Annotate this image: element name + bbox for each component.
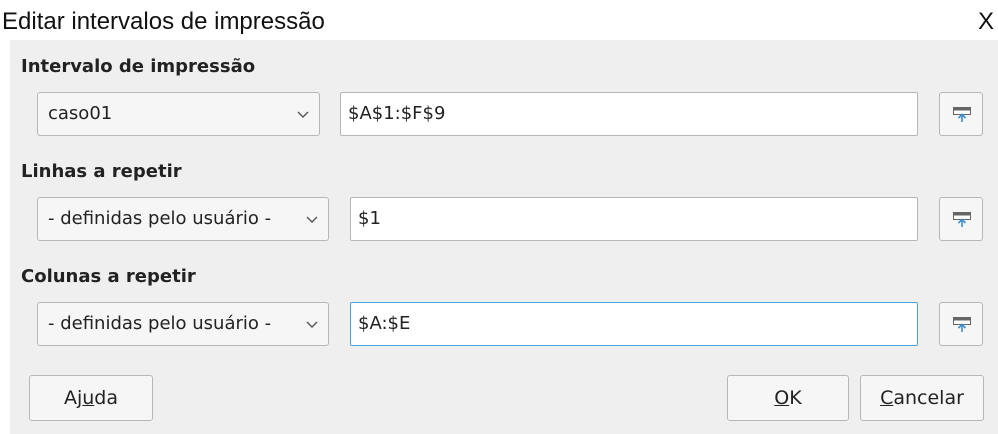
columns-repeat-field[interactable]: $A:$E (350, 302, 918, 346)
help-label-mnemonic: u (82, 387, 95, 409)
columns-repeat-label: Colunas a repetir (21, 266, 196, 287)
columns-repeat-combo-value: - definidas pelo usuário - (48, 313, 272, 334)
rows-repeat-shrink-button[interactable] (939, 197, 983, 241)
print-range-label: Intervalo de impressão (21, 56, 256, 77)
columns-repeat-shrink-button[interactable] (939, 302, 983, 346)
shrink-dialog-icon (953, 317, 971, 332)
print-range-combo[interactable]: caso01 (37, 92, 320, 136)
print-range-shrink-button[interactable] (939, 92, 983, 136)
chevron-down-icon (306, 321, 318, 328)
cancel-button[interactable]: Cancelar (860, 375, 984, 421)
help-button[interactable]: Ajuda (29, 375, 153, 421)
cancel-label-mnemonic: C (880, 387, 894, 409)
title-bar: Editar intervalos de impressão X (0, 0, 998, 40)
ok-label-mnemonic: O (774, 387, 790, 409)
rows-repeat-combo-value: - definidas pelo usuário - (48, 208, 272, 229)
cancel-label-post: ancelar (893, 387, 964, 409)
window-title: Editar intervalos de impressão (2, 8, 325, 35)
close-button[interactable]: X (978, 8, 994, 36)
print-range-combo-value: caso01 (48, 103, 113, 124)
rows-repeat-label: Linhas a repetir (21, 161, 182, 182)
chevron-down-icon (306, 216, 318, 223)
print-range-field-value: $A$1:$F$9 (348, 103, 446, 124)
dialog-body: Intervalo de impressão caso01 $A$1:$F$9 … (10, 40, 998, 434)
ok-button[interactable]: OK (727, 375, 849, 421)
help-label-pre: Aj (63, 387, 83, 409)
columns-repeat-combo[interactable]: - definidas pelo usuário - (37, 302, 329, 346)
chevron-down-icon (297, 111, 309, 118)
help-label-post: da (94, 387, 119, 409)
rows-repeat-field[interactable]: $1 (350, 197, 918, 241)
rows-repeat-field-value: $1 (358, 208, 381, 229)
ok-label-post: K (789, 387, 802, 409)
print-range-field[interactable]: $A$1:$F$9 (340, 92, 918, 136)
shrink-dialog-icon (953, 107, 971, 122)
shrink-dialog-icon (953, 212, 971, 227)
columns-repeat-field-value: $A:$E (358, 313, 411, 334)
rows-repeat-combo[interactable]: - definidas pelo usuário - (37, 197, 329, 241)
